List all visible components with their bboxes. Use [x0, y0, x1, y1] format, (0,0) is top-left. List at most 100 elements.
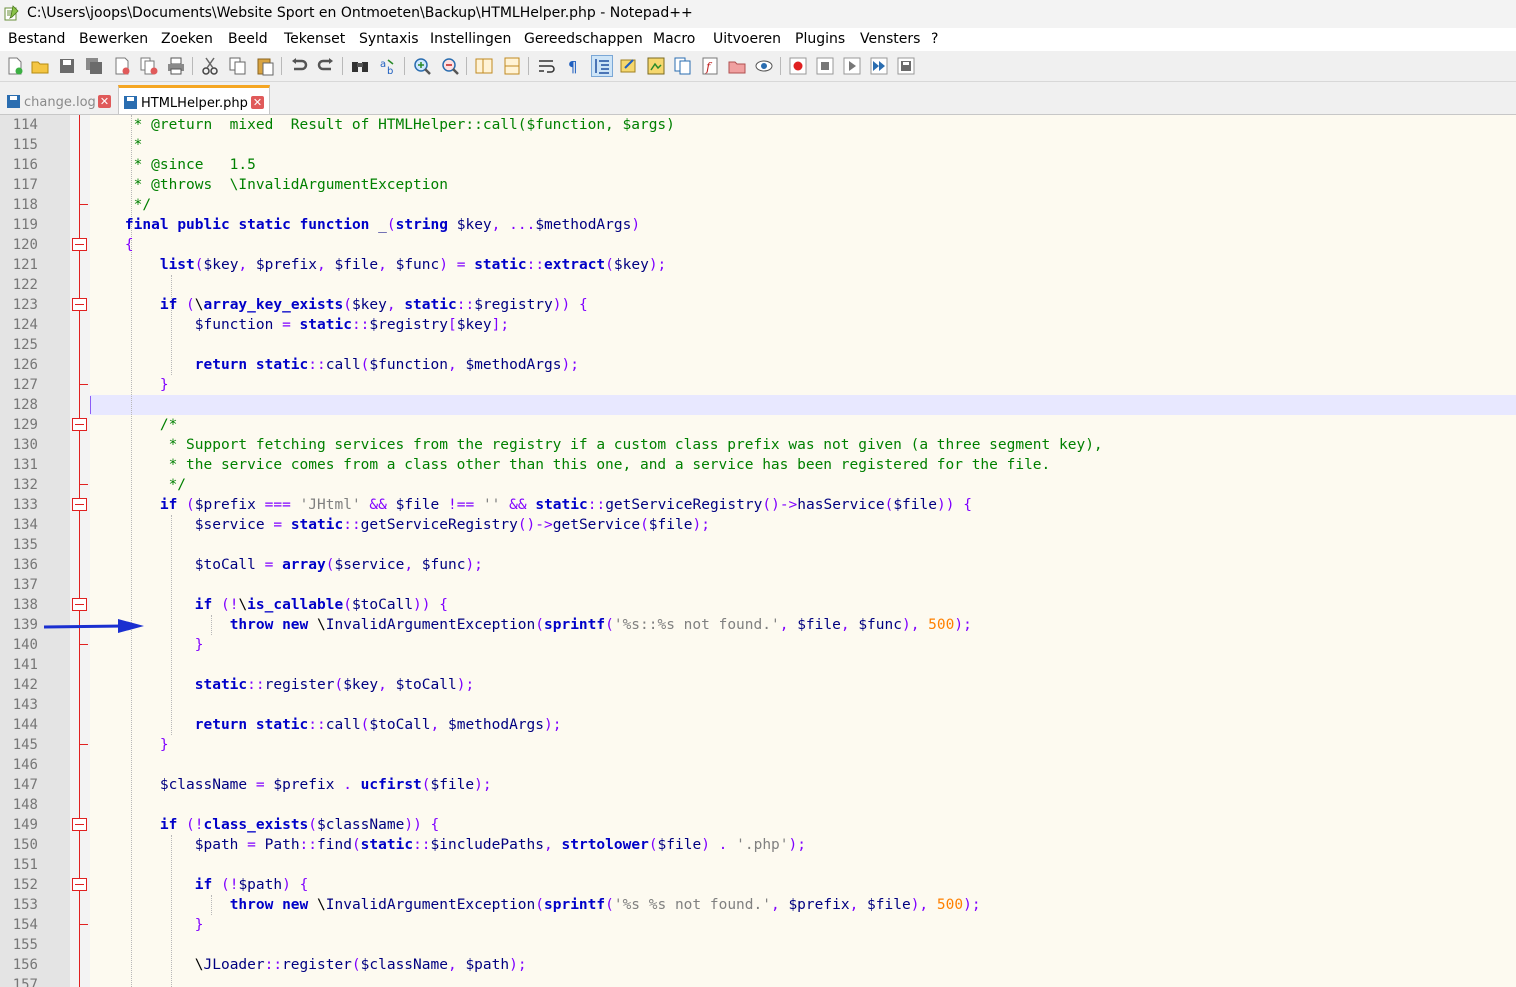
code-line[interactable]: if ($prefix === 'JHtml' && $file !== '' … — [90, 495, 972, 515]
close-all-icon[interactable] — [139, 56, 159, 76]
copy-icon[interactable] — [228, 56, 248, 76]
fold-toggle[interactable] — [72, 498, 87, 511]
code-line[interactable]: } — [90, 635, 204, 655]
open-file-icon[interactable] — [30, 56, 50, 76]
menu-bar: Bestand Bewerken Zoeken Beeld Tekenset S… — [0, 28, 1516, 50]
code-line[interactable]: * the service comes from a class other t… — [90, 455, 1051, 475]
find-icon[interactable] — [350, 56, 370, 76]
user-language-icon[interactable] — [619, 56, 639, 76]
menu-syntaxis[interactable]: Syntaxis — [359, 31, 419, 47]
fold-toggle[interactable] — [72, 418, 87, 431]
monitoring-icon[interactable] — [754, 56, 774, 76]
code-line[interactable]: } — [90, 915, 204, 935]
print-icon[interactable] — [166, 56, 186, 76]
undo-icon[interactable] — [289, 56, 309, 76]
play-macro-icon[interactable] — [842, 56, 862, 76]
menu-zoeken[interactable]: Zoeken — [161, 31, 213, 47]
code-line[interactable]: $toCall = array($service, $func); — [90, 555, 483, 575]
menu-instellingen[interactable]: Instellingen — [430, 31, 511, 47]
code-line[interactable]: return static::call($toCall, $methodArgs… — [90, 715, 562, 735]
code-line[interactable]: throw new \InvalidArgumentException(spri… — [90, 615, 972, 635]
fold-toggle[interactable] — [72, 878, 87, 891]
line-number: 117 — [12, 177, 38, 193]
code-line[interactable]: if (\array_key_exists($key, static::$reg… — [90, 295, 588, 315]
code-line[interactable]: } — [90, 735, 169, 755]
code-editor[interactable]: 114 115 116 117 118 119 120 121 122 123 124 125 126 1… — [0, 115, 1516, 987]
code-line[interactable]: $path = Path::find(static::$includePaths… — [90, 835, 806, 855]
menu-plugins[interactable]: Plugins — [795, 31, 845, 47]
redo-icon[interactable] — [316, 56, 336, 76]
line-number: 157 — [12, 977, 38, 987]
menu-bewerken[interactable]: Bewerken — [79, 31, 148, 47]
code-line[interactable]: static::register($key, $toCall); — [90, 675, 474, 695]
fold-toggle[interactable] — [72, 818, 87, 831]
code-line[interactable]: * @return mixed Result of HTMLHelper::ca… — [90, 115, 675, 135]
replace-icon[interactable]: ab — [378, 56, 398, 76]
show-all-characters-icon[interactable]: ¶ — [564, 56, 584, 76]
code-line[interactable]: $className = $prefix . ucfirst($file); — [90, 775, 492, 795]
save-macro-icon[interactable] — [896, 56, 916, 76]
fold-end-marker — [79, 484, 88, 485]
saved-file-icon — [7, 95, 20, 108]
stop-macro-icon[interactable] — [815, 56, 835, 76]
code-line[interactable]: { — [90, 235, 134, 255]
zoom-out-icon[interactable] — [440, 56, 460, 76]
code-line[interactable]: throw new \InvalidArgumentException(spri… — [90, 895, 981, 915]
fold-toggle[interactable] — [72, 238, 87, 251]
word-wrap-icon[interactable] — [537, 56, 557, 76]
code-line[interactable]: $service = static::getServiceRegistry()-… — [90, 515, 710, 535]
code-line[interactable]: * @throws \InvalidArgumentException — [90, 175, 448, 195]
cut-icon[interactable] — [200, 56, 220, 76]
folder-as-workspace-icon[interactable] — [727, 56, 747, 76]
function-list-icon[interactable]: f — [700, 56, 720, 76]
tab-htmlhelper-php[interactable]: HTMLHelper.php ✕ — [118, 85, 270, 114]
code-line[interactable]: */ — [90, 195, 151, 215]
menu-macro[interactable]: Macro — [653, 31, 695, 47]
save-all-icon[interactable] — [84, 56, 104, 76]
close-tab-icon[interactable]: ✕ — [98, 95, 111, 108]
fold-toggle[interactable] — [72, 598, 87, 611]
save-icon[interactable] — [57, 56, 77, 76]
code-line[interactable]: if (!class_exists($className)) { — [90, 815, 439, 835]
code-line[interactable]: list($key, $prefix, $file, $func) = stat… — [90, 255, 666, 275]
menu-vensters[interactable]: Vensters — [860, 31, 920, 47]
line-number: 131 — [12, 457, 38, 473]
code-line[interactable]: \JLoader::register($className, $path); — [90, 955, 527, 975]
menu-help[interactable]: ? — [931, 31, 938, 47]
zoom-in-icon[interactable] — [412, 56, 432, 76]
line-number: 152 — [12, 877, 38, 893]
code-line[interactable]: */ — [90, 475, 186, 495]
code-line[interactable]: final public static function _(string $k… — [90, 215, 640, 235]
tab-label: HTMLHelper.php — [141, 96, 248, 111]
tab-change-log[interactable]: change.log ✕ — [2, 87, 114, 113]
code-line[interactable]: return static::call($function, $methodAr… — [90, 355, 579, 375]
sync-vertical-icon[interactable] — [474, 56, 494, 76]
code-line[interactable]: /* — [90, 415, 177, 435]
bookmark-margin[interactable] — [48, 115, 70, 987]
paste-icon[interactable] — [255, 56, 275, 76]
menu-uitvoeren[interactable]: Uitvoeren — [713, 31, 781, 47]
code-line[interactable]: * — [90, 135, 143, 155]
code-line[interactable]: * Support fetching services from the reg… — [90, 435, 1103, 455]
close-file-icon[interactable] — [112, 56, 132, 76]
menu-bestand[interactable]: Bestand — [8, 31, 65, 47]
document-list-icon[interactable] — [673, 56, 693, 76]
menu-gereedschappen[interactable]: Gereedschappen — [524, 31, 643, 47]
code-line[interactable]: * @since 1.5 — [90, 155, 256, 175]
new-file-icon[interactable] — [5, 56, 25, 76]
code-line[interactable]: } — [90, 375, 169, 395]
line-number: 154 — [12, 917, 38, 933]
menu-beeld[interactable]: Beeld — [228, 31, 268, 47]
run-macro-multiple-icon[interactable] — [869, 56, 889, 76]
code-line[interactable]: if (!$path) { — [90, 875, 309, 895]
document-map-icon[interactable] — [646, 56, 666, 76]
fold-toggle[interactable] — [72, 298, 87, 311]
code-line[interactable]: $function = static::$registry[$key]; — [90, 315, 509, 335]
close-tab-icon[interactable]: ✕ — [251, 96, 264, 109]
menu-tekenset[interactable]: Tekenset — [284, 31, 345, 47]
indent-guide-icon[interactable] — [591, 55, 613, 77]
code-line[interactable]: if (!\is_callable($toCall)) { — [90, 595, 448, 615]
record-macro-icon[interactable] — [788, 56, 808, 76]
notepad-plus-plus-icon — [4, 5, 19, 21]
sync-horizontal-icon[interactable] — [502, 56, 522, 76]
